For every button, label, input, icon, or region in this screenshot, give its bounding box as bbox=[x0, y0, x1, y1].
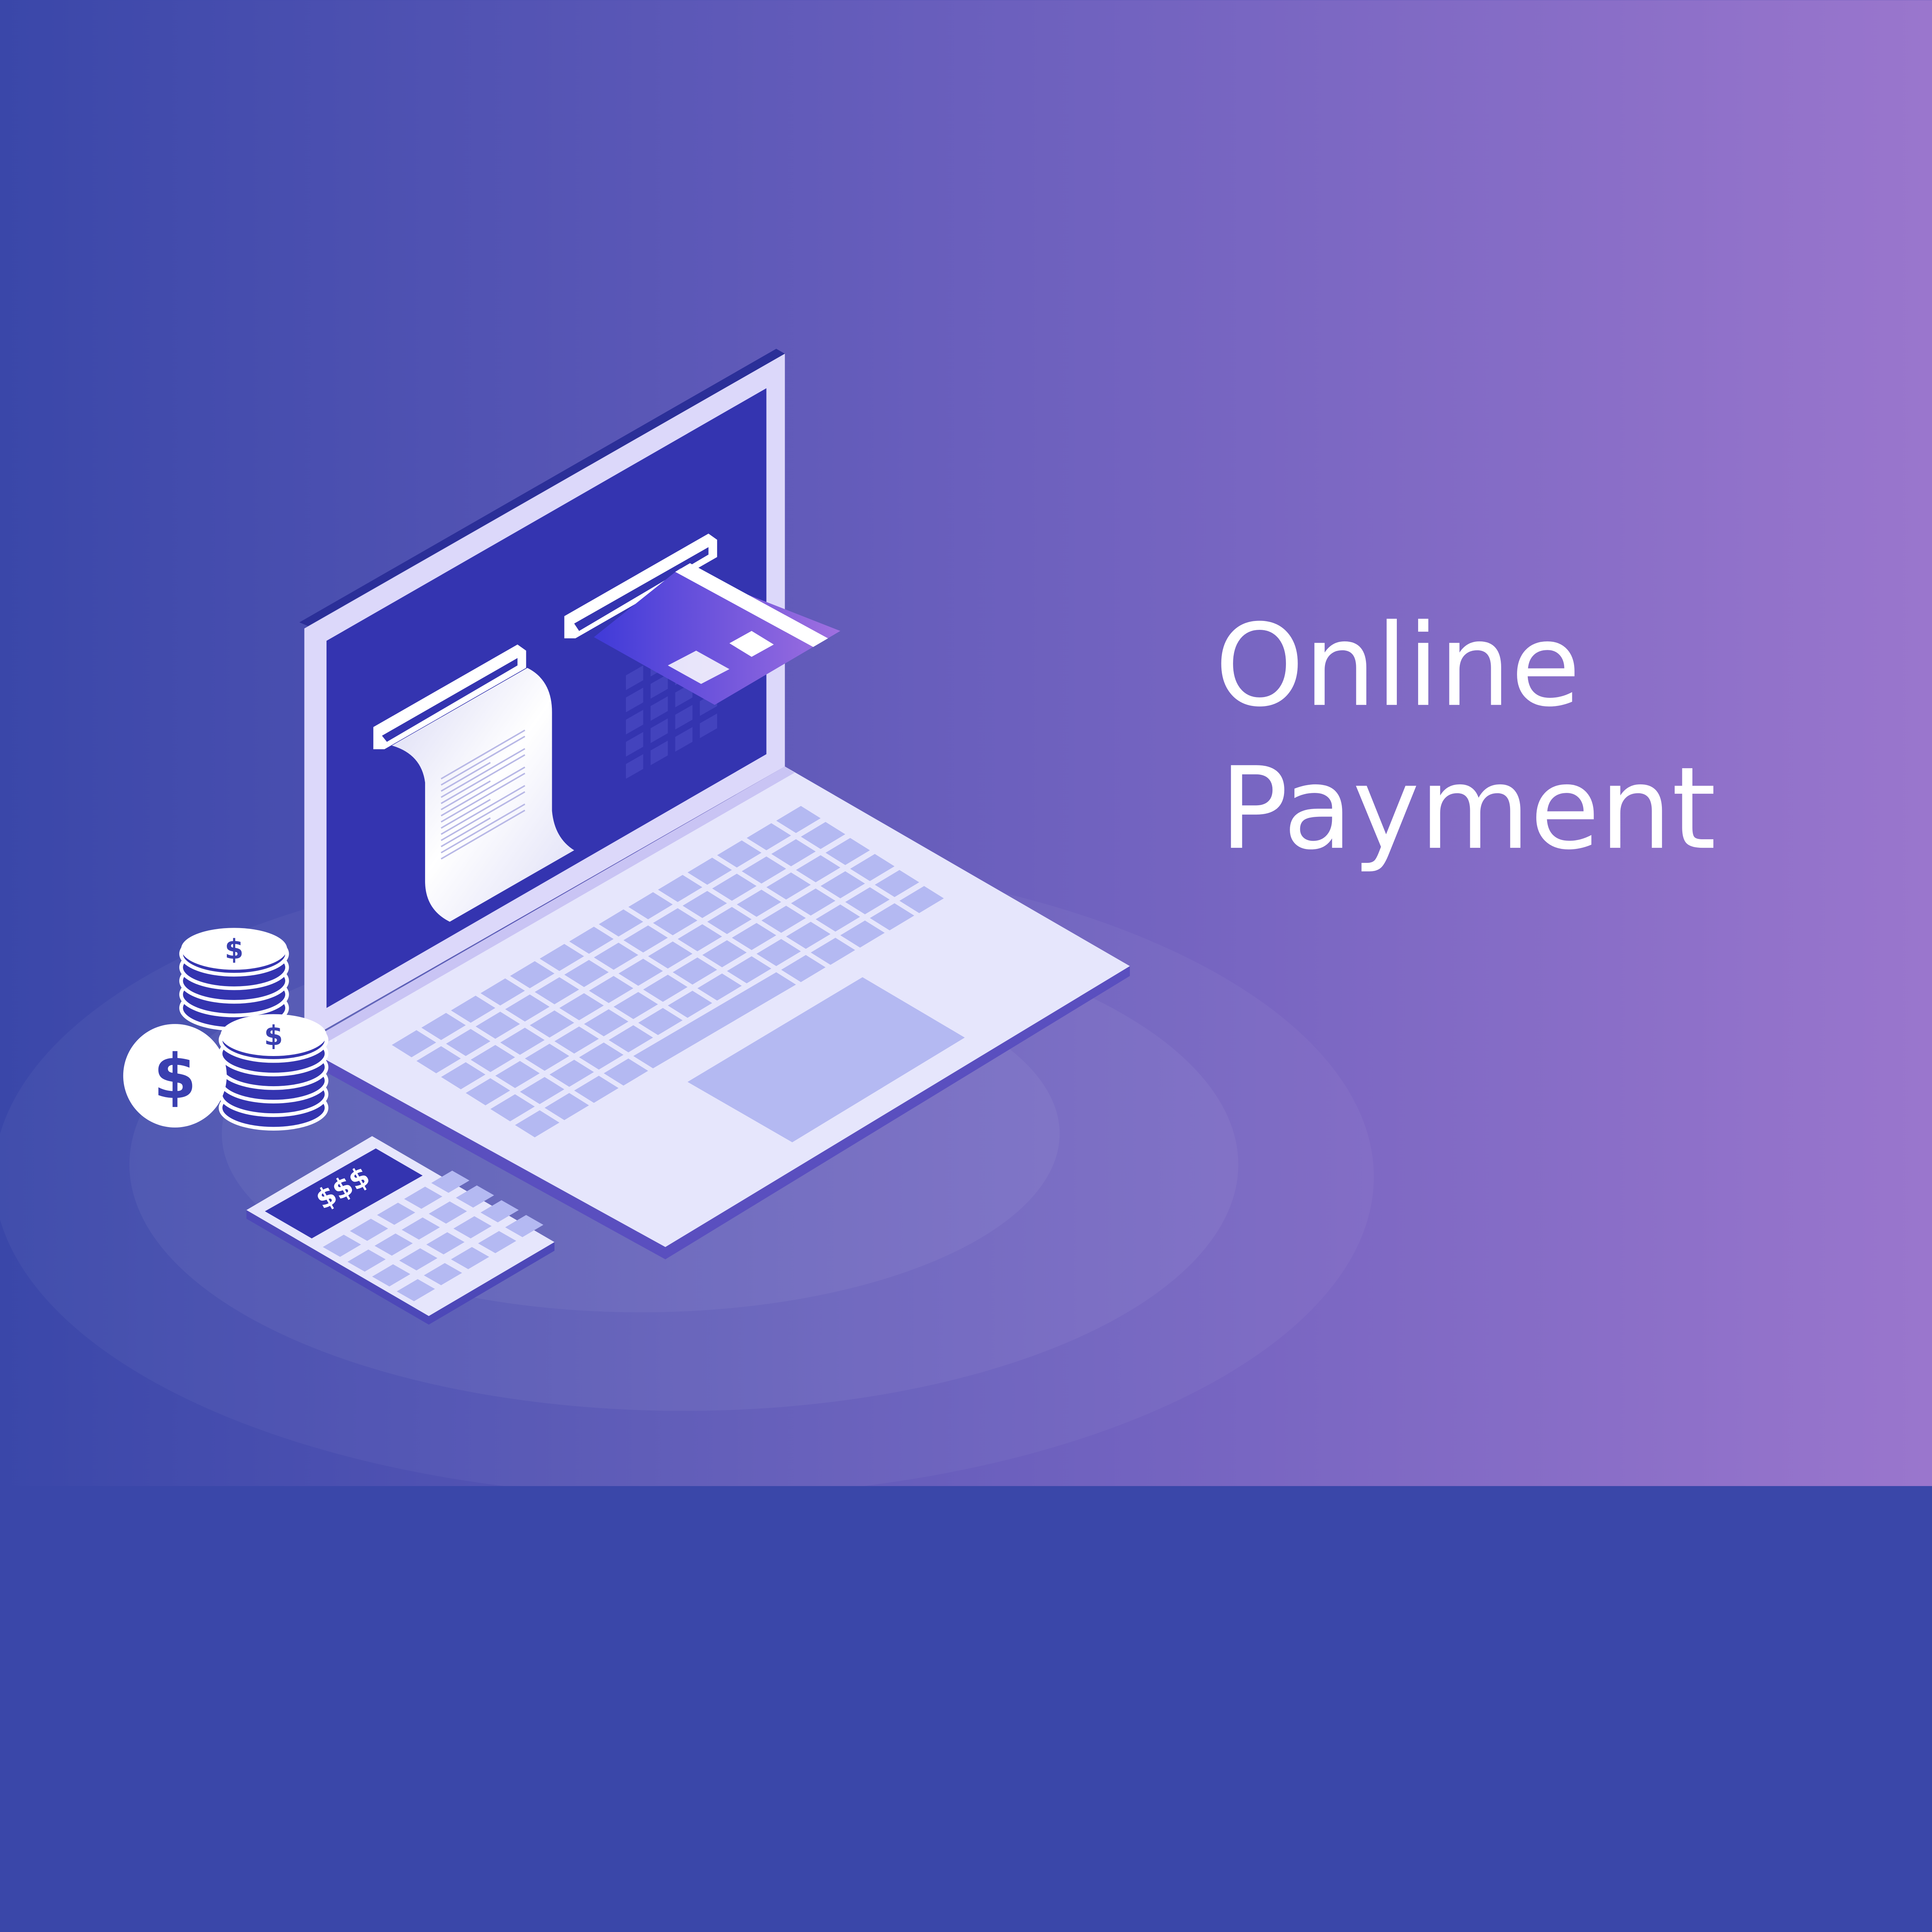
headline-line-1: Online bbox=[1215, 600, 1580, 732]
headline-line-2: Payment bbox=[1220, 743, 1716, 875]
coin-symbol: $ bbox=[224, 934, 243, 965]
coin-stack-icon: $ bbox=[179, 928, 289, 1031]
coin-symbol: $ bbox=[264, 1020, 283, 1051]
online-payment-illustration: $ $ $ $$$ Online Payment bbox=[0, 0, 1932, 1486]
coin-stack-icon: $ bbox=[219, 1014, 328, 1131]
dollar-coin-icon: $ bbox=[123, 1024, 227, 1128]
dollar-coin-symbol: $ bbox=[153, 1041, 196, 1112]
